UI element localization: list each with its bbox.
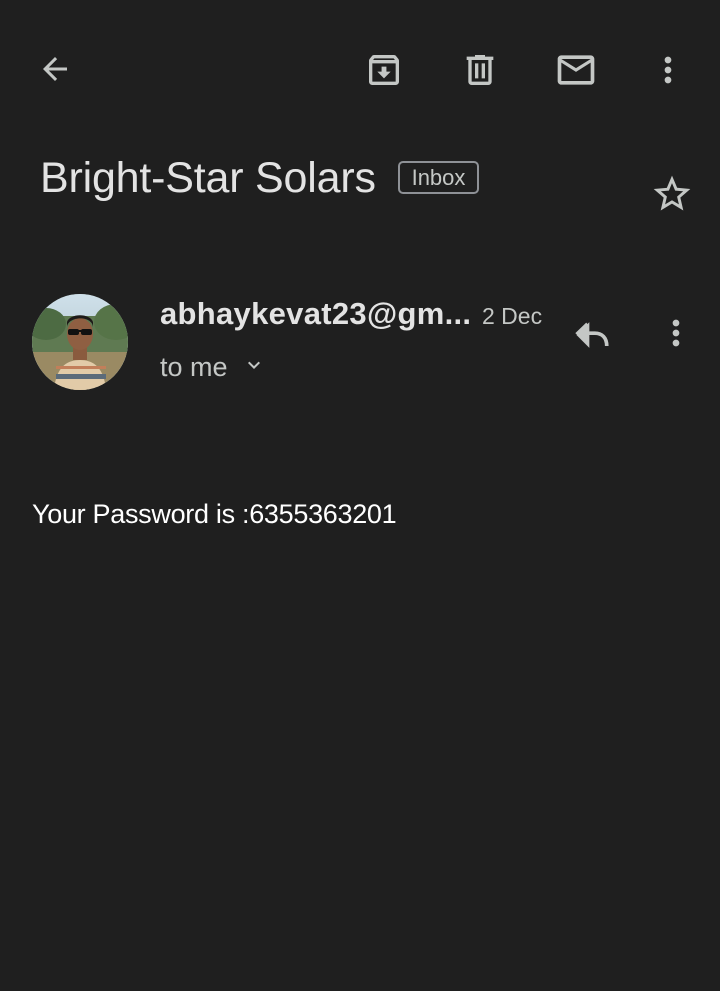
recipient-label: to me xyxy=(160,351,228,382)
more-options-button[interactable] xyxy=(643,45,693,95)
reply-icon xyxy=(571,313,615,357)
archive-button[interactable] xyxy=(359,45,409,95)
archive-icon xyxy=(364,50,404,90)
reply-button[interactable] xyxy=(567,310,619,360)
arrow-left-icon xyxy=(37,51,73,87)
message-more-options-button[interactable] xyxy=(651,308,701,358)
inbox-label-chip[interactable]: Inbox xyxy=(398,161,479,194)
recipient-details-toggle[interactable]: to me xyxy=(160,347,266,387)
email-date: 2 Dec xyxy=(482,303,543,329)
chevron-down-icon xyxy=(228,353,266,382)
mail-icon xyxy=(554,48,598,92)
sender-name[interactable]: abhaykevat23@gm... xyxy=(160,294,471,334)
avatar-photo xyxy=(32,294,128,390)
more-vertical-icon xyxy=(656,313,696,353)
email-body: Your Password is :6355363201 xyxy=(32,499,397,529)
email-subject: Bright-Star Solars xyxy=(40,154,376,202)
star-outline-icon xyxy=(650,172,694,216)
mark-unread-button[interactable] xyxy=(550,45,602,95)
back-button[interactable] xyxy=(30,44,80,94)
trash-icon xyxy=(460,50,500,90)
avatar[interactable] xyxy=(32,294,128,390)
more-vertical-icon xyxy=(648,50,688,90)
delete-button[interactable] xyxy=(455,45,505,95)
star-button[interactable] xyxy=(646,168,698,220)
